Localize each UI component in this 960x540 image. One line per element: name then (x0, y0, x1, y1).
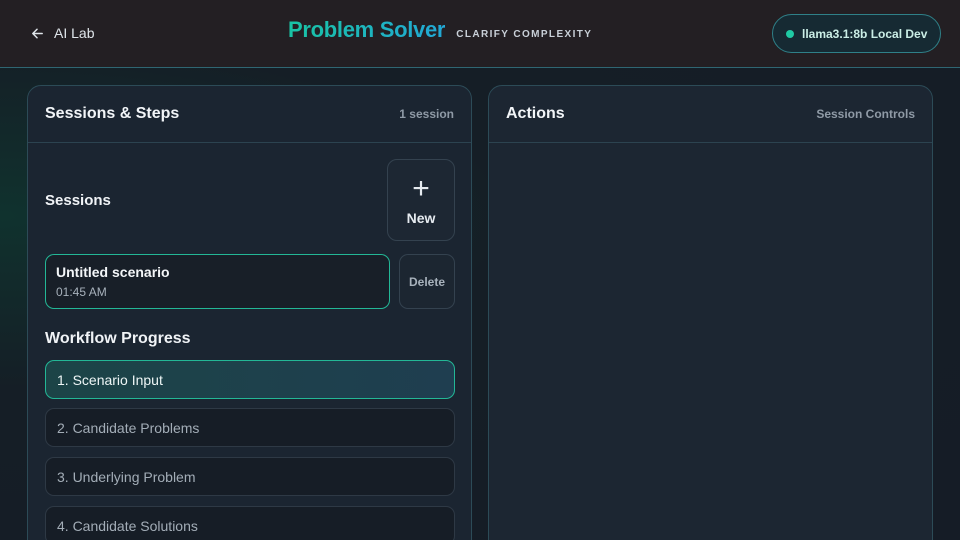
workflow-step-candidate-problems[interactable]: 2. Candidate Problems (45, 408, 455, 447)
sessions-panel: Sessions & Steps 1 session Sessions + Ne… (27, 85, 472, 540)
new-session-label: New (406, 210, 436, 226)
session-count: 1 session (399, 107, 454, 121)
session-time: 01:45 AM (56, 285, 107, 299)
workflow-step-underlying-problem[interactable]: 3. Underlying Problem (45, 457, 455, 496)
back-link-label: AI Lab (54, 25, 95, 41)
sessions-panel-title: Sessions & Steps (45, 105, 180, 122)
app-tagline: CLARIFY COMPLEXITY (456, 29, 593, 40)
workflow-step-scenario-input[interactable]: 1. Scenario Input (45, 360, 455, 399)
sessions-panel-header: Sessions & Steps 1 session (28, 86, 471, 143)
plus-icon: + (412, 172, 430, 205)
session-name: Untitled scenario (56, 264, 170, 280)
actions-panel: Actions Session Controls (488, 85, 933, 540)
back-link[interactable]: AI Lab (30, 22, 94, 44)
top-bar: AI Lab Problem Solver CLARIFY COMPLEXITY… (0, 0, 960, 68)
status-dot-icon (786, 29, 794, 38)
actions-panel-title: Actions (506, 105, 565, 122)
app-title: Problem Solver (288, 17, 446, 42)
actions-panel-header: Actions Session Controls (489, 86, 932, 143)
arrow-left-icon (32, 28, 43, 38)
workflow-step-candidate-solutions[interactable]: 4. Candidate Solutions (45, 506, 455, 540)
session-item[interactable]: Untitled scenario 01:45 AM (45, 254, 390, 309)
brand: Problem Solver CLARIFY COMPLEXITY (288, 17, 592, 43)
sessions-heading: Sessions (45, 192, 111, 209)
new-session-button[interactable]: + New (387, 159, 455, 241)
model-label: llama3.1:8b Local Dev (802, 26, 928, 41)
workflow-heading: Workflow Progress (45, 330, 191, 347)
model-selector[interactable]: llama3.1:8b Local Dev (772, 14, 941, 53)
delete-session-button[interactable]: Delete (399, 254, 455, 309)
session-controls-label: Session Controls (816, 107, 915, 121)
